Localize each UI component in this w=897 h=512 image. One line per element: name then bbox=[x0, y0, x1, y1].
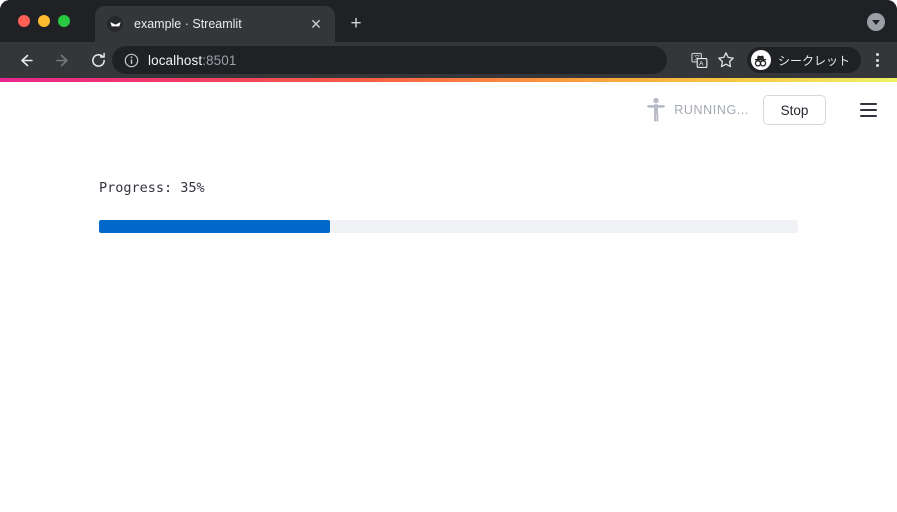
running-man-icon bbox=[644, 95, 668, 125]
chevron-down-glyph bbox=[872, 19, 880, 25]
forward-button[interactable] bbox=[49, 47, 75, 73]
address-bar-url: localhost:8501 bbox=[148, 53, 236, 68]
tab-strip: example · Streamlit ✕ + bbox=[0, 0, 897, 42]
reload-button[interactable] bbox=[85, 47, 111, 73]
kebab-dot bbox=[875, 53, 879, 56]
block-container: Progress: 35% bbox=[99, 138, 798, 234]
kebab-dot bbox=[875, 64, 879, 67]
screenshot-root: example · Streamlit ✕ + localhost:8501 文… bbox=[0, 0, 897, 512]
window-traffic-lights[interactable] bbox=[18, 15, 70, 27]
tab-close-icon[interactable]: ✕ bbox=[307, 15, 325, 33]
url-host: localhost bbox=[148, 52, 203, 68]
kebab-dot bbox=[875, 58, 879, 62]
new-tab-button[interactable]: + bbox=[346, 13, 366, 33]
running-status-label: RUNNING... bbox=[674, 103, 749, 117]
translate-button[interactable]: 文 A bbox=[687, 47, 713, 73]
profile-chip[interactable]: シークレット bbox=[746, 47, 861, 73]
incognito-icon bbox=[750, 50, 771, 70]
hamburger-line bbox=[859, 115, 877, 117]
tab-title: example · Streamlit bbox=[134, 17, 242, 31]
url-port: :8501 bbox=[202, 52, 237, 68]
chevron-down-icon[interactable] bbox=[867, 13, 885, 31]
streamlit-app: RUNNING... Stop Progress: 35% Made with … bbox=[0, 78, 897, 512]
hamburger-line bbox=[859, 103, 877, 105]
profile-label: シークレット bbox=[777, 53, 850, 68]
stop-button[interactable]: Stop bbox=[763, 95, 826, 125]
arrow-left-icon bbox=[20, 54, 33, 66]
streamlit-favicon bbox=[107, 16, 123, 32]
arrow-right-icon bbox=[55, 54, 68, 66]
back-button[interactable] bbox=[13, 47, 39, 73]
window-maximize-button[interactable] bbox=[58, 15, 70, 27]
window-minimize-button[interactable] bbox=[38, 15, 50, 27]
browser-tab[interactable]: example · Streamlit ✕ bbox=[95, 6, 335, 42]
progress-bar-fill bbox=[99, 220, 330, 234]
reload-icon bbox=[91, 52, 105, 67]
hamburger-line bbox=[859, 109, 877, 111]
hamburger-menu-icon[interactable] bbox=[855, 97, 881, 123]
bookmark-button[interactable] bbox=[713, 47, 739, 73]
svg-text:A: A bbox=[700, 60, 705, 67]
address-bar[interactable]: localhost:8501 bbox=[112, 46, 667, 74]
browser-chrome: example · Streamlit ✕ + localhost:8501 文… bbox=[0, 0, 897, 78]
info-circle-icon bbox=[124, 53, 139, 67]
toolbar-right-actions: 文 A シークレット bbox=[687, 42, 897, 78]
translate-icon: 文 A bbox=[691, 52, 708, 68]
browser-toolbar: localhost:8501 文 A シークレット bbox=[0, 42, 897, 78]
progress-bar-track bbox=[99, 220, 798, 234]
window-close-button[interactable] bbox=[18, 15, 30, 27]
browser-menu-button[interactable] bbox=[865, 47, 889, 73]
streamlit-header: RUNNING... Stop bbox=[0, 82, 897, 138]
streamlit-main: Progress: 35% Made with Streamlit bbox=[0, 138, 897, 512]
progress-label: Progress: 35% bbox=[99, 180, 205, 196]
star-icon bbox=[718, 52, 734, 68]
